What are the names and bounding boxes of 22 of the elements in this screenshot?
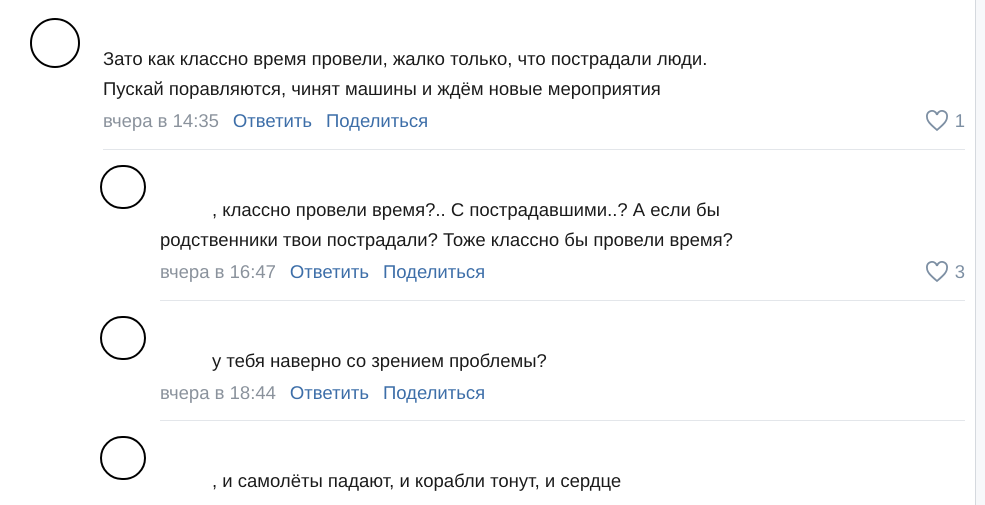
action-link[interactable]: Ответить [290, 258, 369, 286]
comment-time: вчера в 14:35 [103, 109, 219, 133]
heart-icon[interactable] [924, 260, 949, 283]
comment-time: вчера в 18:44 [160, 380, 276, 405]
comment-text: , и самолёты падают, и корабли тонут, и сердце [211, 469, 622, 494]
avatar[interactable] [100, 436, 146, 480]
action-link[interactable]: Ответить [232, 107, 312, 135]
comment-text: у тебя наверно со зрением проблемы? [211, 348, 548, 373]
comment-time: вчера в 16:47 [160, 260, 276, 284]
action-link[interactable]: Поделиться [382, 258, 486, 286]
comment-text: Зато как классно время провели, жалко только, что пострадали люди. Пускай поравляются, чинят машины и ждём новые мероприятия [103, 47, 708, 101]
action-link[interactable]: Поделиться [382, 378, 486, 406]
like-count: 3 [954, 260, 965, 284]
scrollbar-track[interactable] [975, 0, 985, 505]
action-link[interactable]: Ответить [290, 378, 369, 406]
action-link[interactable]: Поделиться [326, 107, 428, 135]
avatar[interactable] [100, 164, 146, 209]
like-count: 1 [954, 109, 965, 133]
heart-icon[interactable] [924, 110, 949, 132]
avatar[interactable] [100, 316, 146, 360]
avatar[interactable] [30, 18, 80, 68]
comment-text: , классно провели время?.. С пострадавшими..? А если бы родственники твои пострадали? Тоже классно бы провели время? [160, 198, 734, 252]
